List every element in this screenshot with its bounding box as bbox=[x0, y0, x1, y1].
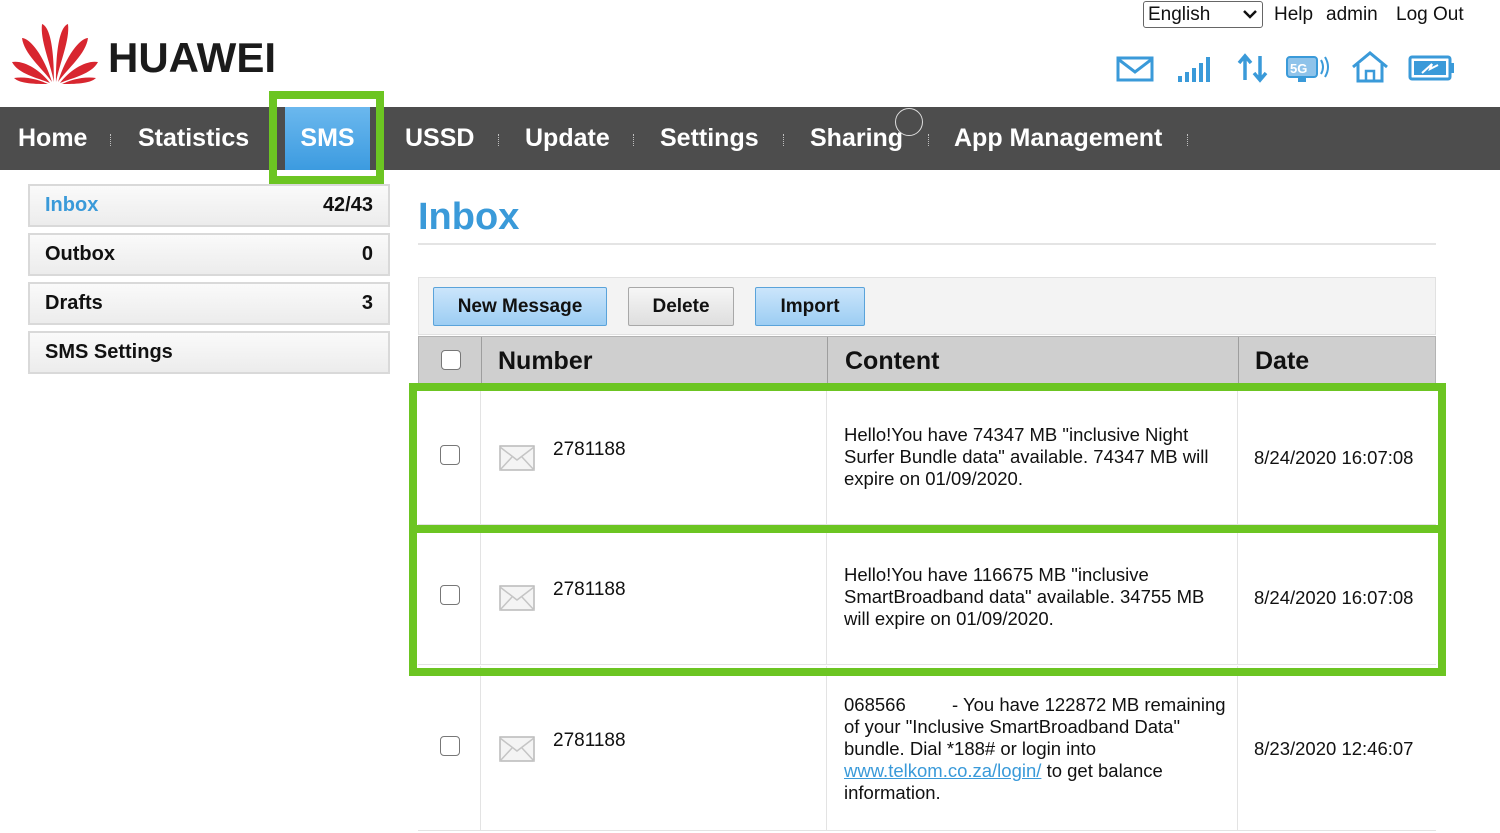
page-title: Inbox bbox=[418, 196, 520, 238]
nav-sharing[interactable]: Sharing bbox=[810, 107, 903, 170]
sidebar-item-label: Drafts bbox=[45, 292, 103, 314]
admin-link[interactable]: admin bbox=[1326, 4, 1378, 26]
row-checkbox[interactable] bbox=[440, 585, 460, 605]
huawei-logo-icon bbox=[12, 24, 98, 84]
envelope-icon bbox=[499, 736, 535, 762]
mail-icon[interactable] bbox=[1116, 55, 1154, 83]
column-separator bbox=[480, 385, 481, 525]
column-separator bbox=[1238, 337, 1239, 385]
nav-separator bbox=[633, 134, 634, 146]
row-checkbox[interactable] bbox=[440, 445, 460, 465]
row-date: 8/24/2020 16:07:08 bbox=[1254, 447, 1414, 468]
nav-separator bbox=[110, 134, 111, 146]
divider bbox=[418, 243, 1436, 245]
column-header-content[interactable]: Content bbox=[845, 337, 939, 385]
sidebar-item-label: Outbox bbox=[45, 243, 115, 265]
column-separator bbox=[1237, 385, 1238, 525]
row-content: 068566 - You have 122872 MB remaining of… bbox=[844, 694, 1234, 804]
row-checkbox[interactable] bbox=[440, 736, 460, 756]
brand-name: HUAWEI bbox=[108, 34, 276, 81]
sidebar-item-outbox[interactable]: Outbox 0 bbox=[28, 233, 390, 276]
header: HUAWEI English Help admin Log Out 5G bbox=[0, 0, 1500, 107]
row-content: Hello!You have 74347 MB "inclusive Night… bbox=[844, 424, 1209, 489]
nav-settings[interactable]: Settings bbox=[660, 107, 759, 170]
main-nav: Home Statistics USSD Update Settings Sha… bbox=[0, 107, 1500, 170]
import-button[interactable]: Import bbox=[755, 287, 865, 326]
row-number: 2781188 bbox=[553, 730, 626, 751]
sidebar-item-inbox[interactable]: Inbox 42/43 bbox=[28, 184, 390, 227]
sidebar-item-count: 3 bbox=[361, 292, 373, 314]
sidebar-item-label: Inbox bbox=[45, 194, 99, 216]
5g-icon: 5G bbox=[1286, 56, 1329, 82]
table-row[interactable]: 2781188 068566 - You have 122872 MB rema… bbox=[418, 666, 1436, 831]
row-date: 8/24/2020 16:07:08 bbox=[1254, 587, 1414, 608]
cursor-ring bbox=[895, 108, 923, 136]
help-link[interactable]: Help bbox=[1274, 4, 1313, 26]
row-content: Hello!You have 116675 MB "inclusive Smar… bbox=[844, 564, 1205, 629]
sidebar-item-label: SMS Settings bbox=[45, 341, 173, 363]
sidebar-item-count: 42/43 bbox=[322, 194, 373, 216]
column-separator bbox=[826, 666, 827, 831]
logout-link[interactable]: Log Out bbox=[1396, 4, 1464, 26]
nav-home[interactable]: Home bbox=[18, 107, 87, 170]
sidebar-item-count: 0 bbox=[361, 243, 373, 265]
new-message-button[interactable]: New Message bbox=[433, 287, 607, 326]
nav-ussd[interactable]: USSD bbox=[405, 107, 474, 170]
sidebar-item-drafts[interactable]: Drafts 3 bbox=[28, 282, 390, 325]
column-separator bbox=[826, 385, 827, 525]
column-separator bbox=[826, 525, 827, 665]
column-separator bbox=[827, 337, 828, 385]
table-row[interactable]: 2781188 Hello!You have 116675 MB "inclus… bbox=[418, 525, 1436, 665]
sidebar-item-sms-settings[interactable]: SMS Settings bbox=[28, 331, 390, 374]
column-separator bbox=[480, 525, 481, 665]
chevron-down-icon bbox=[1242, 7, 1258, 23]
nav-statistics[interactable]: Statistics bbox=[138, 107, 249, 170]
row-number: 2781188 bbox=[553, 439, 626, 460]
select-all-checkbox[interactable] bbox=[441, 350, 461, 370]
table-header: Number Content Date bbox=[418, 336, 1436, 385]
column-separator bbox=[481, 337, 482, 385]
nav-update[interactable]: Update bbox=[525, 107, 610, 170]
telkom-login-link[interactable]: www.telkom.co.za/login/ bbox=[844, 760, 1041, 781]
envelope-icon bbox=[499, 585, 535, 611]
data-transfer-icon bbox=[1237, 53, 1268, 83]
nav-separator bbox=[1187, 134, 1188, 146]
delete-button[interactable]: Delete bbox=[628, 287, 734, 326]
column-separator bbox=[1237, 666, 1238, 831]
column-header-date[interactable]: Date bbox=[1255, 337, 1309, 385]
column-separator bbox=[1237, 525, 1238, 665]
nav-separator bbox=[783, 134, 784, 146]
home-icon[interactable] bbox=[1350, 50, 1390, 84]
row-number: 2781188 bbox=[553, 579, 626, 600]
nav-separator bbox=[498, 134, 499, 146]
language-value: English bbox=[1148, 3, 1211, 25]
nav-separator bbox=[928, 134, 929, 146]
column-header-number[interactable]: Number bbox=[498, 337, 592, 385]
highlight-frame bbox=[269, 91, 384, 184]
envelope-icon bbox=[499, 445, 535, 471]
row-date: 8/23/2020 12:46:07 bbox=[1254, 738, 1414, 759]
battery-icon bbox=[1408, 55, 1454, 81]
toolbar: New Message Delete Import bbox=[418, 277, 1436, 335]
language-select[interactable]: English bbox=[1143, 1, 1263, 28]
svg-text:5G: 5G bbox=[1290, 61, 1307, 76]
table-row[interactable]: 2781188 Hello!You have 74347 MB "inclusi… bbox=[418, 385, 1436, 525]
column-separator bbox=[480, 666, 481, 831]
signal-icon bbox=[1178, 57, 1210, 82]
row-content-text: 068566 - You have 122872 MB remaining of… bbox=[844, 694, 1231, 759]
nav-app-management[interactable]: App Management bbox=[954, 107, 1162, 170]
